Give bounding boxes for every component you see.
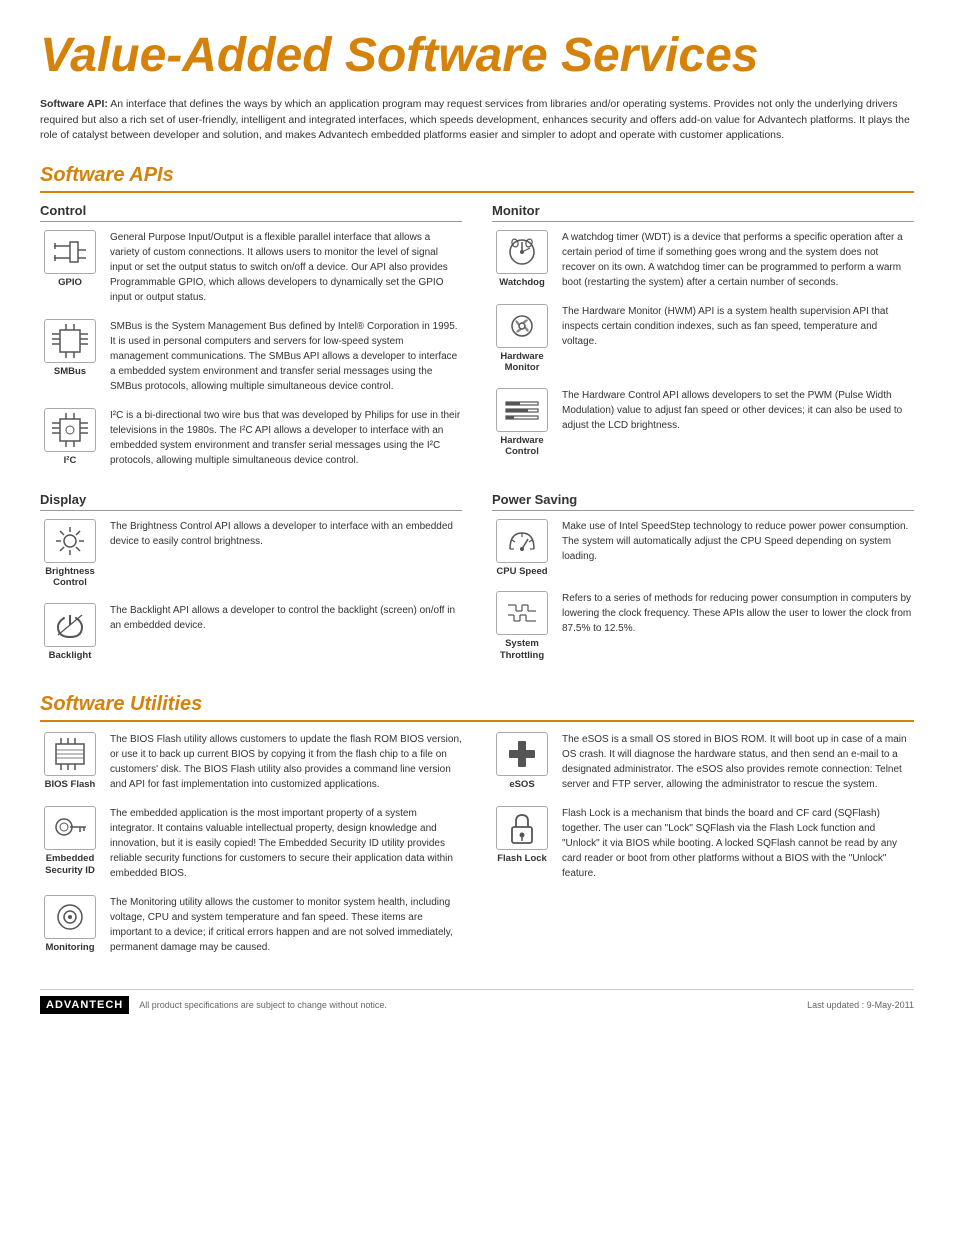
- list-item: HardwareControl The Hardware Control API…: [492, 388, 914, 458]
- list-item: EmbeddedSecurity ID The embedded applica…: [40, 806, 462, 881]
- i2c-text: I²C is a bi-directional two wire bus tha…: [110, 408, 462, 468]
- footer-date: Last updated : 9-May-2011: [807, 1000, 914, 1010]
- securityid-icon: [44, 806, 96, 850]
- list-item: Backlight The Backlight API allows a dev…: [40, 603, 462, 661]
- brightness-icon-container: BrightnessControl: [40, 519, 100, 589]
- esos-icon-container: eSOS: [492, 732, 552, 790]
- smbus-icon-container: SMBus: [40, 319, 100, 377]
- securityid-text: The embedded application is the most imp…: [110, 806, 462, 881]
- brightness-label: BrightnessControl: [45, 566, 95, 589]
- footer-notice: All product specifications are subject t…: [139, 1000, 807, 1010]
- biosflash-icon-container: BIOS Flash: [40, 732, 100, 790]
- list-item: SystemThrottling Refers to a series of m…: [492, 591, 914, 661]
- col-power-header: Power Saving: [492, 492, 914, 511]
- page-footer: ADVANTECH All product specifications are…: [40, 989, 914, 1014]
- cpuspeed-text: Make use of Intel SpeedStep technology t…: [562, 519, 914, 564]
- biosflash-label: BIOS Flash: [45, 779, 96, 790]
- esos-label: eSOS: [509, 779, 534, 790]
- section-utilities-title: Software Utilities: [40, 693, 914, 722]
- cpuspeed-label: CPU Speed: [496, 566, 547, 577]
- backlight-label: Backlight: [49, 650, 92, 661]
- utilities-left-column: BIOS Flash The BIOS Flash utility allows…: [40, 732, 462, 969]
- hwmonitor-text: The Hardware Monitor (HWM) API is a syst…: [562, 304, 914, 349]
- i2c-label: I²C: [64, 455, 77, 466]
- list-item: CPU Speed Make use of Intel SpeedStep te…: [492, 519, 914, 577]
- hwmonitor-icon-container: HardwareMonitor: [492, 304, 552, 374]
- hwmonitor-label: HardwareMonitor: [500, 351, 543, 374]
- flashlock-icon: [496, 806, 548, 850]
- list-item: BrightnessControl The Brightness Control…: [40, 519, 462, 589]
- list-item: Monitoring The Monitoring utility allows…: [40, 895, 462, 955]
- smbus-icon: [44, 319, 96, 363]
- cpuspeed-icon-container: CPU Speed: [492, 519, 552, 577]
- brightness-icon: [44, 519, 96, 563]
- gpio-icon: [44, 230, 96, 274]
- monitoring-text: The Monitoring utility allows the custom…: [110, 895, 462, 955]
- watchdog-icon-container: Watchdog: [492, 230, 552, 288]
- cpuspeed-icon: [496, 519, 548, 563]
- biosflash-icon: [44, 732, 96, 776]
- flashlock-icon-container: Flash Lock: [492, 806, 552, 864]
- flashlock-label: Flash Lock: [497, 853, 547, 864]
- securityid-icon-container: EmbeddedSecurity ID: [40, 806, 100, 876]
- list-item: Watchdog A watchdog timer (WDT) is a dev…: [492, 230, 914, 290]
- gpio-text: General Purpose Input/Output is a flexib…: [110, 230, 462, 305]
- col-display-header: Display: [40, 492, 462, 511]
- list-item: Flash Lock Flash Lock is a mechanism tha…: [492, 806, 914, 881]
- intro-label: Software API:: [40, 98, 108, 110]
- page-title: Value-Added Software Services: [40, 30, 914, 83]
- flashlock-text: Flash Lock is a mechanism that binds the…: [562, 806, 914, 881]
- monitor-column: Monitor: [492, 203, 914, 482]
- watchdog-text: A watchdog timer (WDT) is a device that …: [562, 230, 914, 290]
- monitoring-label: Monitoring: [45, 942, 94, 953]
- monitoring-icon: [44, 895, 96, 939]
- software-utilities-section: Software Utilities: [40, 693, 914, 969]
- brightness-text: The Brightness Control API allows a deve…: [110, 519, 462, 549]
- display-column: Display: [40, 492, 462, 675]
- backlight-icon-container: Backlight: [40, 603, 100, 661]
- backlight-icon: [44, 603, 96, 647]
- hwcontrol-text: The Hardware Control API allows develope…: [562, 388, 914, 433]
- col-control-header: Control: [40, 203, 462, 222]
- advantech-logo: ADVANTECH: [40, 996, 129, 1014]
- securityid-label: EmbeddedSecurity ID: [45, 853, 95, 876]
- utilities-right-column: eSOS The eSOS is a small OS stored in BI…: [492, 732, 914, 969]
- list-item: BIOS Flash The BIOS Flash utility allows…: [40, 732, 462, 792]
- list-item: eSOS The eSOS is a small OS stored in BI…: [492, 732, 914, 792]
- intro-text: An interface that defines the ways by wh…: [40, 98, 910, 142]
- gpio-label: GPIO: [58, 277, 82, 288]
- gpio-icon-container: GPIO: [40, 230, 100, 288]
- biosflash-text: The BIOS Flash utility allows customers …: [110, 732, 462, 792]
- hwcontrol-label: HardwareControl: [500, 435, 543, 458]
- throttling-icon: [496, 591, 548, 635]
- logo-text: ADVANTECH: [40, 996, 129, 1014]
- i2c-icon: [44, 408, 96, 452]
- list-item: SMBus SMBus is the System Management Bus…: [40, 319, 462, 394]
- hwmonitor-icon: [496, 304, 548, 348]
- throttling-text: Refers to a series of methods for reduci…: [562, 591, 914, 636]
- col-monitor-header: Monitor: [492, 203, 914, 222]
- power-column: Power Saving: [492, 492, 914, 675]
- i2c-icon-container: I²C: [40, 408, 100, 466]
- hwcontrol-icon-container: HardwareControl: [492, 388, 552, 458]
- smbus-label: SMBus: [54, 366, 86, 377]
- section-apis-title: Software APIs: [40, 164, 914, 193]
- intro-paragraph: Software API: An interface that defines …: [40, 97, 914, 144]
- control-column: Control GPIO: [40, 203, 462, 482]
- watchdog-label: Watchdog: [499, 277, 545, 288]
- list-item: HardwareMonitor The Hardware Monitor (HW…: [492, 304, 914, 374]
- hwcontrol-icon: [496, 388, 548, 432]
- smbus-text: SMBus is the System Management Bus defin…: [110, 319, 462, 394]
- esos-icon: [496, 732, 548, 776]
- backlight-text: The Backlight API allows a developer to …: [110, 603, 462, 633]
- esos-text: The eSOS is a small OS stored in BIOS RO…: [562, 732, 914, 792]
- monitoring-icon-container: Monitoring: [40, 895, 100, 953]
- throttling-icon-container: SystemThrottling: [492, 591, 552, 661]
- list-item: I²C I²C is a bi-directional two wire bus…: [40, 408, 462, 468]
- list-item: GPIO General Purpose Input/Output is a f…: [40, 230, 462, 305]
- watchdog-icon: [496, 230, 548, 274]
- throttling-label: SystemThrottling: [500, 638, 544, 661]
